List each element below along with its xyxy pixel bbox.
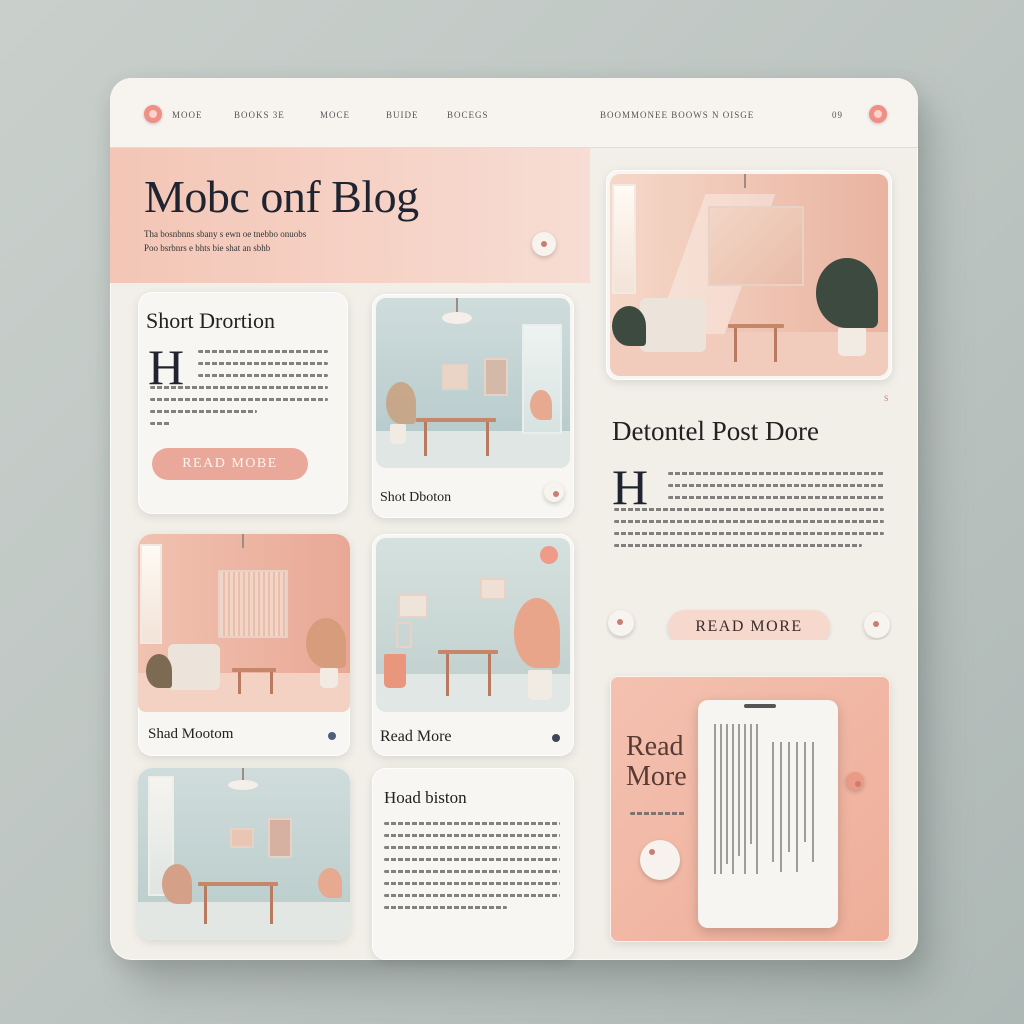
card-knob[interactable] (544, 482, 564, 502)
featured-title: Detontel Post Dore (612, 416, 819, 446)
card-indicator-icon (328, 732, 336, 740)
featured-post: S Detontel Post Dore H READ MORE (606, 390, 892, 640)
featured-read-more-button[interactable]: READ MORE (668, 610, 830, 640)
card-body-text (198, 350, 328, 386)
page-title: Mobc onf Blog (144, 171, 419, 222)
read-more-button[interactable]: READ MOBE (152, 448, 308, 480)
promo-card[interactable]: Read More (610, 676, 890, 942)
nav-item-blogs[interactable]: BOCEGS (447, 110, 489, 120)
nav-item-bookmarks[interactable]: BOOMMONEE BOOWS (600, 110, 709, 120)
card-title: Hoad biston (384, 788, 467, 807)
nav-item-home[interactable]: MOOE (172, 110, 203, 120)
nav-item-books[interactable]: BOOKS 3E (234, 110, 285, 120)
card-short-description[interactable]: Short Drortion H READ MOBE (138, 292, 348, 514)
prev-knob[interactable] (608, 610, 634, 636)
card-indicator-icon (552, 734, 560, 742)
featured-label: S (884, 394, 889, 403)
card-photo-2[interactable]: Shad Mootom (138, 534, 350, 756)
dropcap: H (612, 459, 649, 515)
nav-item-mode[interactable]: MOCE (320, 110, 350, 120)
hero-subtitle-2: Poo bsrbnrs e bhts bie shat an sbhb (144, 243, 271, 253)
card-photo-4[interactable] (138, 768, 350, 940)
profile-dot-icon[interactable] (869, 105, 887, 123)
room-image (138, 768, 350, 940)
promo-title-line-1: Read (626, 731, 684, 762)
app-window: MOOE BOOKS 3E MOCE BUIDE BOCEGS BOOMMONE… (110, 78, 918, 960)
next-knob[interactable] (864, 612, 890, 638)
room-image (610, 174, 888, 376)
card-caption: Shot Dboton (380, 490, 452, 505)
promo-knob[interactable] (640, 840, 680, 880)
featured-image[interactable] (606, 170, 892, 380)
hero-toggle-knob[interactable] (532, 232, 556, 256)
dropcap: H (148, 339, 185, 395)
card-photo-1[interactable]: Shot Dboton (372, 294, 574, 518)
nav-item-count[interactable]: 09 (832, 110, 843, 120)
card-photo-3[interactable]: Read More (372, 534, 574, 756)
hero-banner: Mobc onf Blog Tha bosnbnns sbany s ewn o… (110, 148, 590, 283)
room-image (376, 298, 570, 468)
room-image (376, 538, 570, 712)
card-title: Short Drortion (146, 308, 275, 333)
featured-body-text (668, 472, 884, 508)
top-nav: MOOE BOOKS 3E MOCE BUIDE BOCEGS BOOMMONE… (110, 78, 918, 148)
promo-title-line-2: More (626, 761, 687, 792)
room-image (138, 534, 350, 712)
hero-subtitle-1: Tha bosnbnns sbany s ewn oe tnebbo onuob… (144, 229, 307, 239)
promo-device-image (698, 700, 838, 928)
promo-dot[interactable] (846, 772, 864, 790)
card-caption: Shad Mootom (148, 726, 234, 742)
featured-body-text-2 (614, 508, 884, 556)
promo-body-text (630, 812, 686, 824)
card-body-text-2 (150, 386, 328, 434)
card-caption: Read More (380, 728, 452, 745)
logo-dot-icon[interactable] (144, 105, 162, 123)
card-text[interactable]: Hoad biston (372, 768, 574, 960)
nav-item-notes[interactable]: N OISGE (712, 110, 754, 120)
card-body-text (384, 822, 560, 918)
nav-item-guide[interactable]: BUIDE (386, 110, 419, 120)
